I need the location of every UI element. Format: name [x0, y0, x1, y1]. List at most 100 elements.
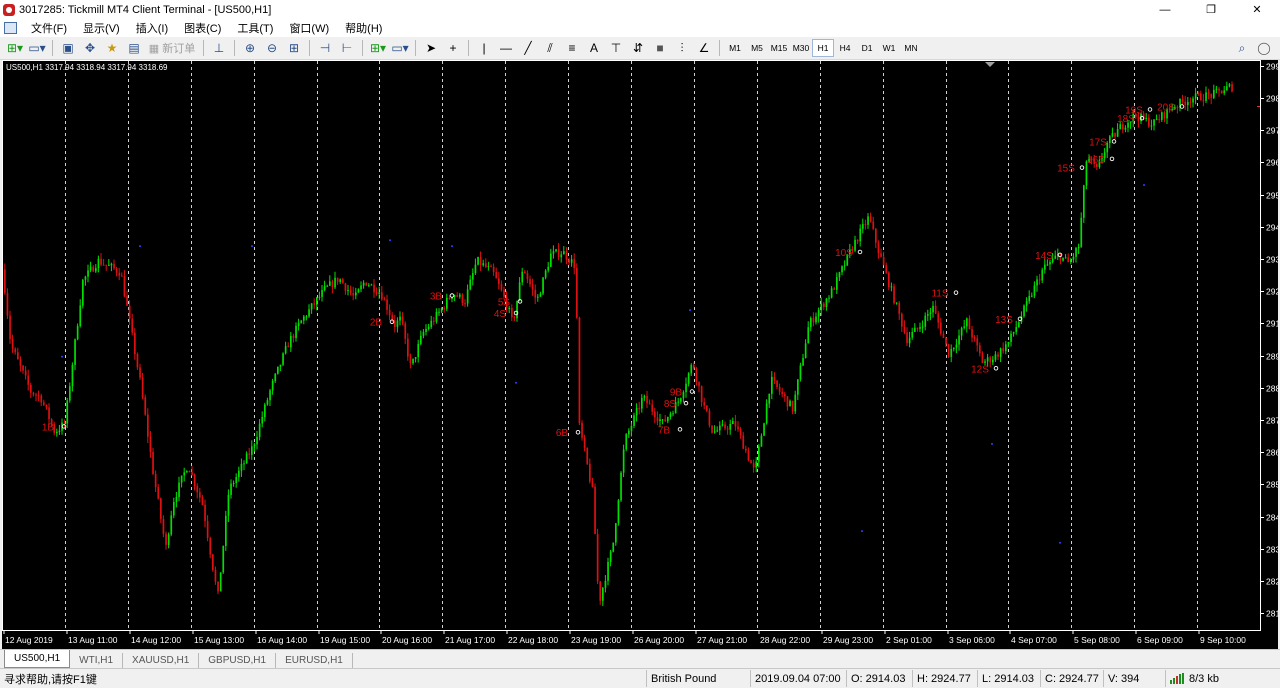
- search-icon[interactable]: ⌕: [1232, 39, 1252, 57]
- candle-body: [100, 258, 102, 265]
- candle-body: [287, 346, 290, 348]
- indicators-icon[interactable]: ⊞▾: [368, 39, 388, 57]
- candles: [4, 81, 1233, 607]
- rectangle-icon[interactable]: ■: [650, 39, 670, 57]
- crosshair-icon[interactable]: +: [443, 39, 463, 57]
- candle-body: [1062, 257, 1064, 261]
- chart-window-icon[interactable]: [4, 22, 17, 34]
- chart-canvas[interactable]: 1B 2B 3B 4S5S 6B 7B 8S9B 10S 11S 12S 13S 14S 15S 16S 1…: [2, 60, 1278, 649]
- cursor-icon[interactable]: ➤: [421, 39, 441, 57]
- status-profile[interactable]: British Pound: [646, 670, 750, 687]
- menu-tools[interactable]: 工具(T): [229, 20, 281, 36]
- equidistant-channel-icon[interactable]: ⫽: [540, 39, 560, 57]
- minimize-button[interactable]: —: [1142, 0, 1188, 19]
- candle-body: [326, 285, 329, 287]
- candle-body: [994, 354, 997, 360]
- timeframe-m15[interactable]: M15: [768, 39, 790, 57]
- tab-wti[interactable]: WTI,H1: [70, 653, 124, 668]
- candle-body: [58, 430, 61, 433]
- timeframe-d1[interactable]: D1: [856, 39, 878, 57]
- horizontal-line-icon[interactable]: —: [496, 39, 516, 57]
- candle-body: [1192, 98, 1194, 103]
- chart-shift-icon[interactable]: ⊣: [315, 39, 335, 57]
- candle-body: [531, 284, 534, 290]
- timeframe-m30[interactable]: M30: [790, 39, 812, 57]
- tab-xauusd[interactable]: XAUUSD,H1: [123, 653, 200, 668]
- market-watch-icon[interactable]: ▣: [58, 39, 78, 57]
- timeframe-h4[interactable]: H4: [834, 39, 856, 57]
- candle-body: [914, 327, 916, 332]
- candle-body: [214, 570, 217, 582]
- candle-body: [901, 313, 903, 327]
- menu-insert[interactable]: 插入(I): [128, 20, 176, 36]
- tab-gbpusd[interactable]: GBPUSD,H1: [199, 653, 277, 668]
- zoom-in-icon[interactable]: ⊕: [240, 39, 260, 57]
- menu-file[interactable]: 文件(F): [23, 20, 75, 36]
- candle-body: [940, 322, 942, 334]
- candle-body: [518, 282, 521, 301]
- status-traffic[interactable]: 8/3 kb: [1165, 670, 1265, 687]
- candle-body: [344, 283, 347, 291]
- candle-body: [495, 271, 498, 279]
- zoom-out-icon[interactable]: ⊖: [262, 39, 282, 57]
- timeframe-w1[interactable]: W1: [878, 39, 900, 57]
- candle-body: [1002, 348, 1005, 352]
- tile-windows-icon[interactable]: ⊞: [284, 39, 304, 57]
- candle-body: [261, 416, 264, 424]
- chat-icon[interactable]: ◯: [1254, 39, 1274, 57]
- vertical-line-icon[interactable]: |: [474, 39, 494, 57]
- price-tick-label: 2976.90: [1266, 126, 1278, 136]
- candle-body: [802, 357, 804, 366]
- candle-body: [890, 286, 893, 288]
- candle-body: [945, 337, 947, 345]
- price-chart[interactable]: 1B 2B 3B 4S 5S 6B 7B 8S 9B 10S 11S 12S 13S 14S 15S 16S 1…: [2, 60, 1278, 649]
- tab-us500[interactable]: US500,H1: [4, 650, 71, 668]
- candle-body: [6, 292, 9, 316]
- chart-tabs: US500,H1 WTI,H1 XAUUSD,H1 GBPUSD,H1 EURU…: [0, 649, 1280, 668]
- time-tick-label: 15 Aug 13:00: [194, 635, 244, 645]
- candle-body: [1018, 322, 1020, 328]
- signal-label: 1B: [42, 422, 55, 433]
- candle-body: [630, 425, 633, 431]
- navigator-icon[interactable]: ★: [102, 39, 122, 57]
- candle-body: [1054, 255, 1057, 259]
- menu-help[interactable]: 帮助(H): [337, 20, 390, 36]
- candle-body: [485, 263, 487, 267]
- signal-label: 11S: [931, 289, 948, 300]
- candle-body: [932, 305, 934, 313]
- candle-body: [607, 561, 609, 581]
- terminal-icon[interactable]: ▤: [124, 39, 144, 57]
- data-window-icon[interactable]: ✥: [80, 39, 100, 57]
- profiles-icon[interactable]: ▭▾: [27, 39, 47, 57]
- tab-eurusd[interactable]: EURUSD,H1: [276, 653, 353, 668]
- new-chart-icon[interactable]: ⊞▾: [5, 39, 25, 57]
- timeframe-h1[interactable]: H1: [812, 39, 834, 57]
- timeframe-m5[interactable]: M5: [746, 39, 768, 57]
- autotrading-icon[interactable]: ⊥: [209, 39, 229, 57]
- candle-body: [542, 277, 544, 294]
- menu-view[interactable]: 显示(V): [75, 20, 128, 36]
- fibonacci-icon[interactable]: ≡: [562, 39, 582, 57]
- trendline-icon[interactable]: ╱: [518, 39, 538, 57]
- chart-type-icon[interactable]: ⫶: [672, 39, 692, 57]
- candle-body: [227, 494, 230, 516]
- candle-body: [981, 353, 984, 363]
- new-order-icon: ▦: [148, 42, 163, 55]
- new-order-button[interactable]: ▦ 新订单: [146, 39, 198, 57]
- restore-button[interactable]: ❐: [1188, 0, 1234, 19]
- menu-charts[interactable]: 图表(C): [176, 20, 229, 36]
- arrows-icon[interactable]: ⇵: [628, 39, 648, 57]
- menu-window[interactable]: 窗口(W): [281, 20, 337, 36]
- timeframe-m1[interactable]: M1: [724, 39, 746, 57]
- period-separators-icon[interactable]: ∠: [694, 39, 714, 57]
- timeframe-mn[interactable]: MN: [900, 39, 922, 57]
- text-label-icon[interactable]: ⊤: [606, 39, 626, 57]
- candle-body: [713, 431, 716, 433]
- indicator-dot: [389, 239, 391, 242]
- close-button[interactable]: ✕: [1234, 0, 1280, 19]
- autoscroll-icon[interactable]: ⊢: [337, 39, 357, 57]
- text-tool-icon[interactable]: A: [584, 39, 604, 57]
- templates-icon[interactable]: ▭▾: [390, 39, 410, 57]
- candle-body: [1226, 86, 1228, 91]
- candle-body: [37, 395, 40, 397]
